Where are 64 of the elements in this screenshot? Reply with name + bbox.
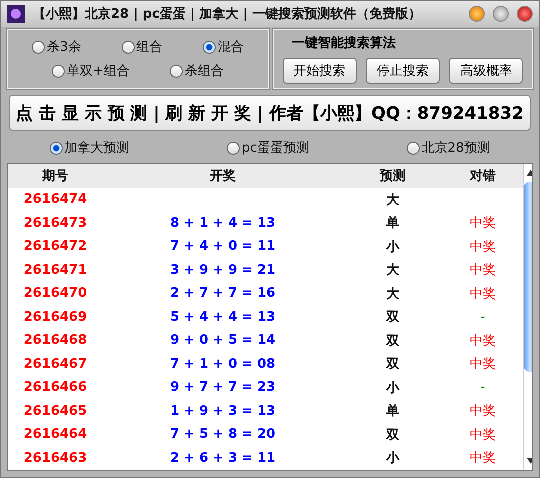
table-cell-text: 中奖 xyxy=(469,262,497,280)
table-cell-text: 2616463 xyxy=(22,450,88,466)
group-title: 一键智能搜索算法 xyxy=(291,34,397,52)
table-cell-text: 9 + 7 + 7 = 23 xyxy=(169,380,277,396)
table-cell-text: 双 xyxy=(385,426,400,444)
action-button[interactable]: 停止搜索 xyxy=(366,58,440,84)
column-header: 期号 xyxy=(42,168,70,185)
table-cell-text: 2616470 xyxy=(22,286,88,302)
action-button[interactable]: 高级概率 xyxy=(449,58,524,84)
table-cell-text: 2616467 xyxy=(22,356,88,372)
table-cell-text: 7 + 1 + 0 = 08 xyxy=(169,356,277,372)
radio-option[interactable]: 杀组合 xyxy=(170,62,224,80)
table-cell-text: 小 xyxy=(385,238,401,256)
radio-option[interactable]: 组合 xyxy=(122,38,163,56)
table-cell-text: 单 xyxy=(386,403,400,420)
radio-option[interactable]: 单双+组合 xyxy=(52,62,130,80)
table-cell-text: 2616469 xyxy=(22,310,88,325)
radio-option[interactable]: 混合 xyxy=(202,38,244,56)
action-button[interactable]: 开始搜索 xyxy=(282,58,357,84)
table-cell-text: 2616471 xyxy=(22,262,88,278)
table-cell-text: 2616464 xyxy=(22,427,88,442)
table-cell-text: 中奖 xyxy=(469,286,497,303)
table-cell-text: 1 + 9 + 3 = 13 xyxy=(169,404,277,419)
table-cell-text: 2616474 xyxy=(22,192,88,208)
table-cell-text: 单 xyxy=(386,215,400,232)
table-cell-text: 2 + 6 + 3 = 11 xyxy=(169,450,277,466)
table-cell-text: 小 xyxy=(385,380,401,397)
table-cell-text: 大 xyxy=(386,262,400,280)
table-cell-text: - xyxy=(480,380,486,396)
table-cell-text: 8 + 1 + 4 = 13 xyxy=(169,216,277,231)
table-cell-text: 中奖 xyxy=(469,215,497,232)
radio-option[interactable]: pc蛋蛋预测 xyxy=(227,139,310,157)
table-cell-text: 9 + 0 + 5 = 14 xyxy=(169,333,277,348)
table-cell-text: 中奖 xyxy=(469,426,497,444)
table-cell-text: 中奖 xyxy=(469,356,497,374)
table-cell-text: 2616466 xyxy=(22,380,88,396)
table-cell-text: 中奖 xyxy=(469,238,497,256)
table-cell-text: 3 + 9 + 9 = 21 xyxy=(169,262,277,278)
table-cell-text: 中奖 xyxy=(469,450,497,468)
radio-option[interactable]: 杀3余 xyxy=(32,38,82,56)
table-cell-text: 7 + 5 + 8 = 20 xyxy=(169,427,277,442)
table-cell-text: 大 xyxy=(386,286,400,303)
table-cell-text: 2616472 xyxy=(22,239,88,254)
column-header: 预测 xyxy=(378,168,407,185)
window-title: 【小熙】北京28 | pc蛋蛋 | 加拿大 | 一键搜索预测软件（免费版） xyxy=(33,6,423,23)
table-cell-text: 双 xyxy=(385,356,400,374)
table-cell-text: 7 + 4 + 0 = 11 xyxy=(169,239,277,254)
radio-option[interactable]: 加拿大预测 xyxy=(50,139,130,157)
table-cell-text: 中奖 xyxy=(469,403,497,420)
table-cell-text: 大 xyxy=(386,192,400,209)
column-header: 开奖 xyxy=(209,168,237,185)
table-cell-text: 2616465 xyxy=(22,404,88,419)
table-cell-text: 中奖 xyxy=(469,332,497,350)
radio-option[interactable]: 北京28预测 xyxy=(406,139,490,157)
table-cell-text: - xyxy=(480,310,486,325)
table-cell-text: 5 + 4 + 4 = 13 xyxy=(169,310,277,325)
table-cell-text: 小 xyxy=(385,450,401,468)
table-cell-text: 2616473 xyxy=(22,216,88,231)
table-cell-text: 双 xyxy=(385,332,400,350)
predict-button[interactable]: 点 击 显 示 预 测 | 刷 新 开 奖 | 作者【小熙】QQ：879241832 xyxy=(9,95,531,131)
table-cell-text: 2 + 7 + 7 = 16 xyxy=(169,286,277,302)
table-cell-text: 2616468 xyxy=(22,333,88,348)
column-header: 对错 xyxy=(468,168,497,185)
table-cell-text: 双 xyxy=(385,309,400,326)
